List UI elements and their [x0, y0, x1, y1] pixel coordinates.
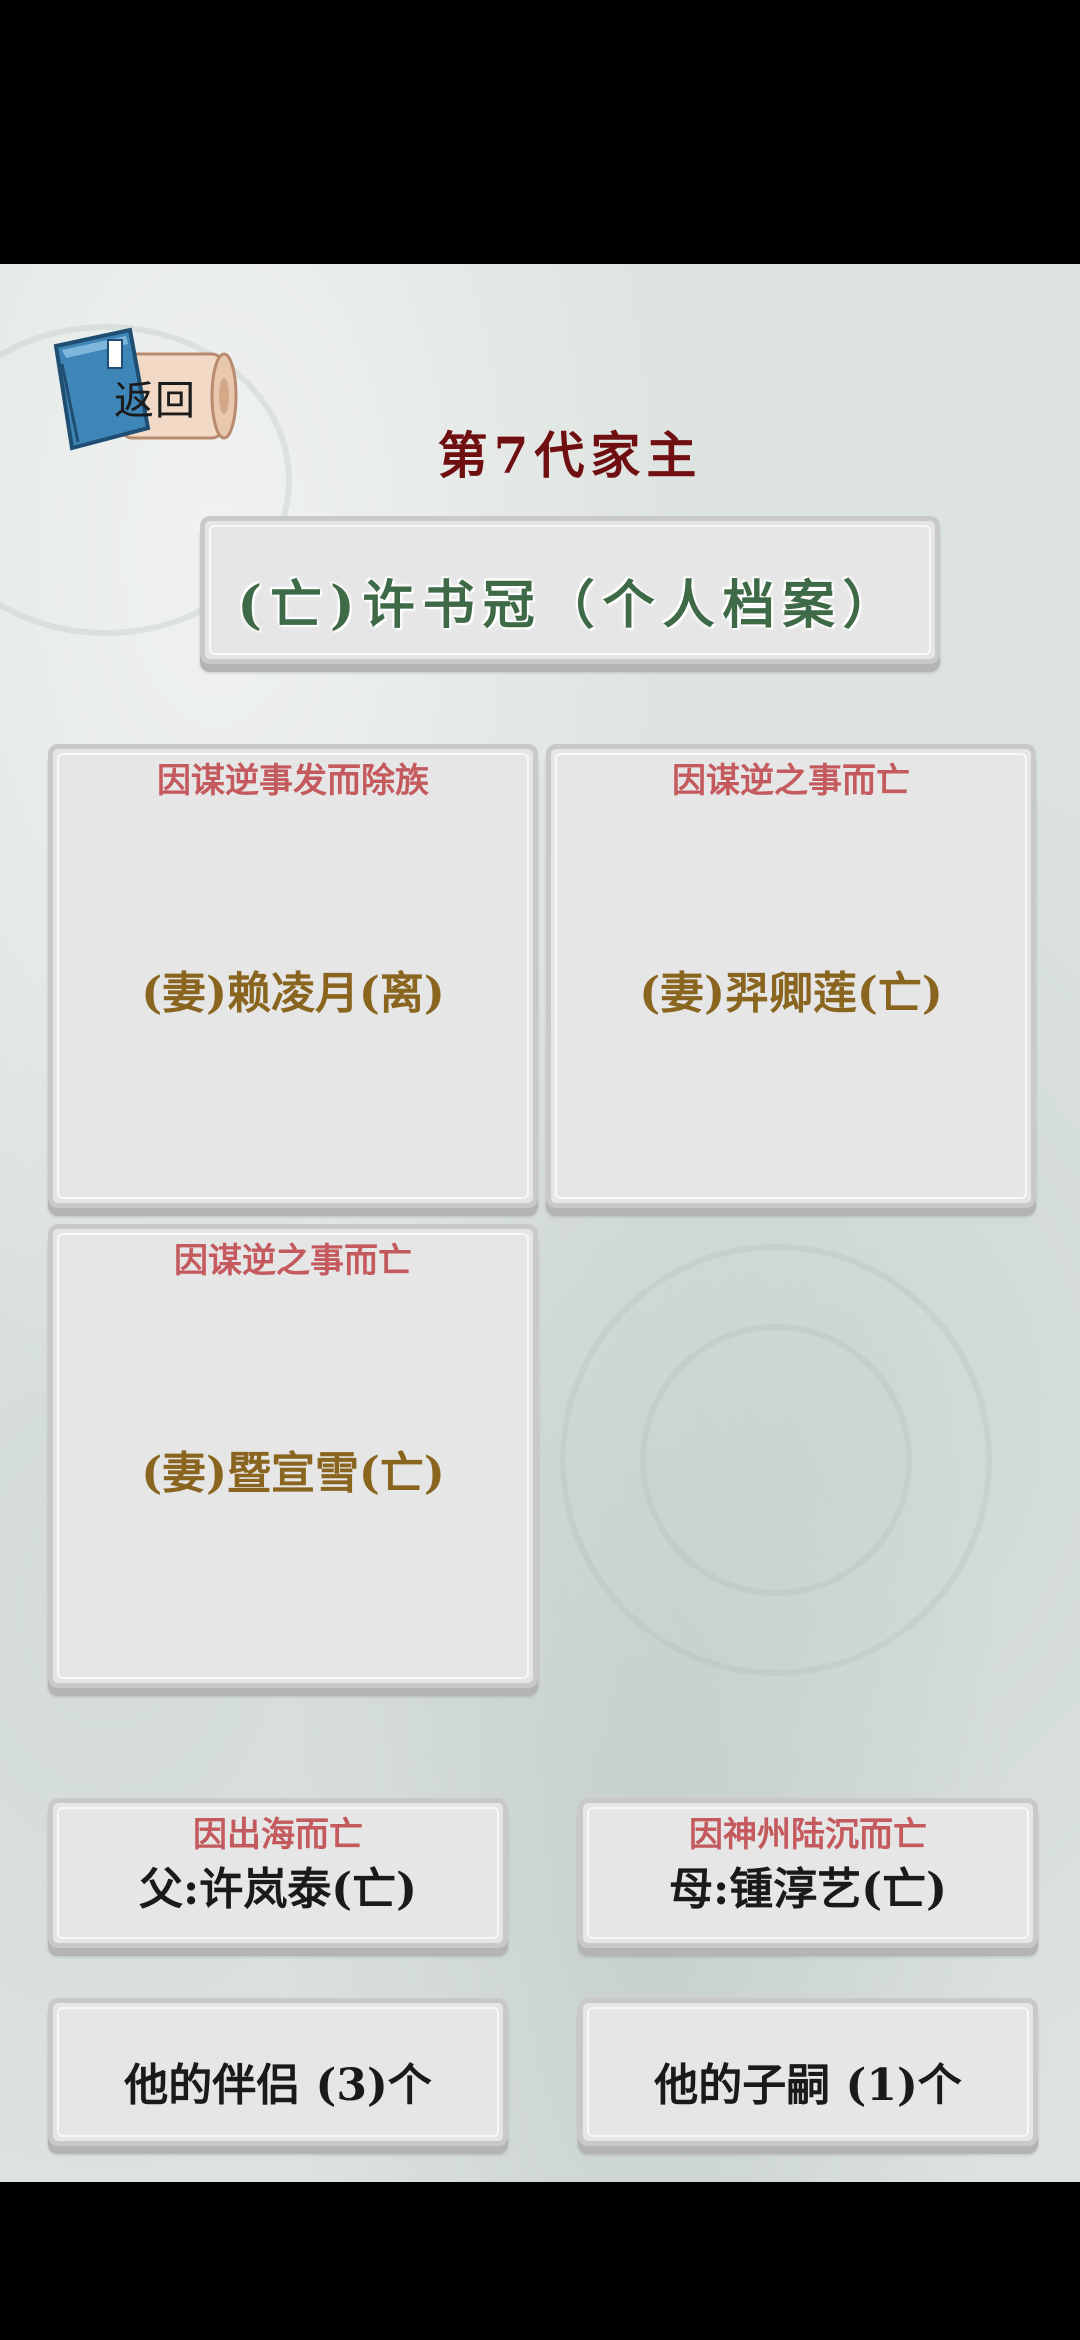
mother-name: 母:锺淳艺(亡) — [669, 1864, 947, 1915]
game-screen: 返回 第7代家主 (亡)许书冠（个人档案） 因谋逆事发而除族 (妻)赖凌月(离)… — [0, 0, 1080, 2340]
spouse-name: (妻)暨宣雪(亡) — [141, 1448, 445, 1499]
profile-banner: (亡)许书冠（个人档案） — [200, 516, 940, 664]
spouse-card[interactable]: 因谋逆之事而亡 (妻)暨宣雪(亡) — [48, 1224, 538, 1688]
partners-label: 他的伴侣 (3)个 — [124, 2060, 432, 2111]
father-name: 父:许岚泰(亡) — [139, 1864, 417, 1915]
mother-fate: 因神州陆沉而亡 — [689, 1815, 927, 1855]
spouse-name: (妻)赖凌月(离) — [141, 968, 445, 1019]
spouse-card[interactable]: 因谋逆之事而亡 (妻)羿卿莲(亡) — [546, 744, 1036, 1208]
paper-background: 返回 第7代家主 (亡)许书冠（个人档案） 因谋逆事发而除族 (妻)赖凌月(离)… — [0, 264, 1080, 2182]
father-fate: 因出海而亡 — [193, 1815, 363, 1855]
generation-title: 第7代家主 — [437, 426, 703, 485]
partners-button[interactable]: 他的伴侣 (3)个 — [48, 1998, 508, 2146]
spouse-fate: 因谋逆事发而除族 — [157, 761, 429, 801]
children-button[interactable]: 他的子嗣 (1)个 — [578, 1998, 1038, 2146]
father-card[interactable]: 因出海而亡 父:许岚泰(亡) — [48, 1798, 508, 1948]
spouse-fate: 因谋逆之事而亡 — [174, 1241, 412, 1281]
spouse-name: (妻)羿卿莲(亡) — [639, 968, 943, 1019]
spouse-card[interactable]: 因谋逆事发而除族 (妻)赖凌月(离) — [48, 744, 538, 1208]
spouse-fate: 因谋逆之事而亡 — [672, 761, 910, 801]
profile-title: (亡)许书冠（个人档案） — [237, 575, 903, 636]
children-label: 他的子嗣 (1)个 — [654, 2060, 962, 2111]
background-swirl — [640, 1324, 912, 1596]
mother-card[interactable]: 因神州陆沉而亡 母:锺淳艺(亡) — [578, 1798, 1038, 1948]
